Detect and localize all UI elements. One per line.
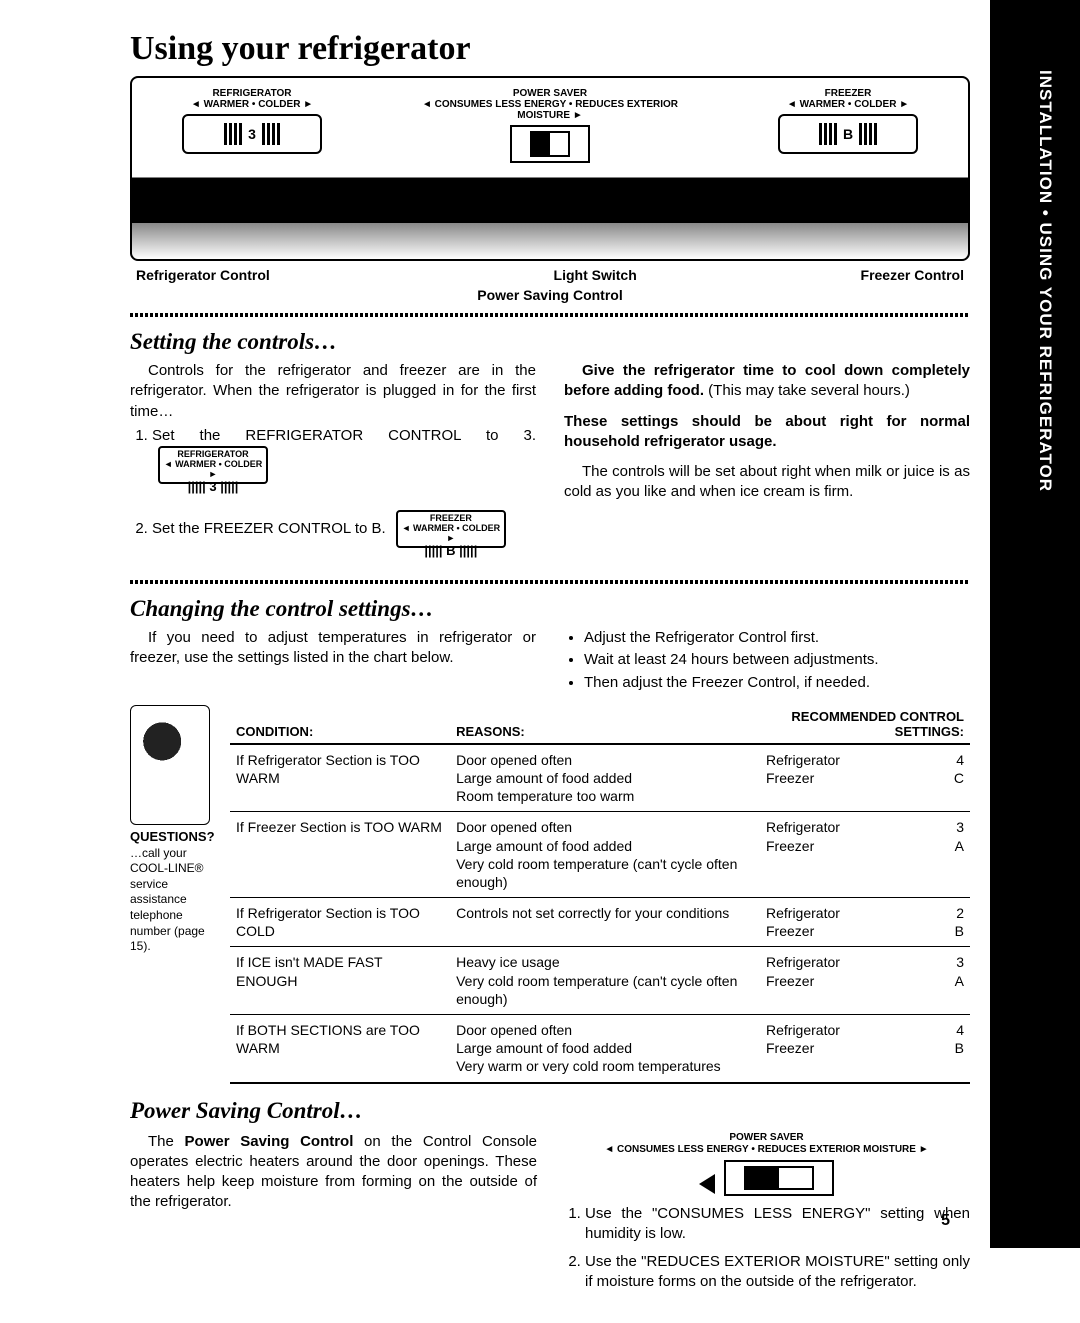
ps-diagram-header: POWER SAVER xyxy=(729,1132,803,1143)
ps-bold: Power Saving Control xyxy=(185,1133,354,1150)
callout-light-switch: Light Switch xyxy=(554,267,637,283)
cooldown-warning-rest: (This may take several hours.) xyxy=(704,382,910,399)
section-heading-power-saving: Power Saving Control… xyxy=(130,1098,970,1124)
callout-freezer-control: Freezer Control xyxy=(861,267,964,283)
cell-condition: If Refrigerator Section is TOO WARM xyxy=(230,744,450,812)
ps-step-2: Use the "REDUCES EXTERIOR MOISTURE" sett… xyxy=(585,1252,970,1293)
section-heading-setting-controls: Setting the controls… xyxy=(130,329,970,355)
cell-settings: Refrigerator2FreezerB xyxy=(760,898,970,947)
cell-reasons: Door opened oftenLarge amount of food ad… xyxy=(450,1015,760,1083)
console-refrig-header: REFRIGERATOR xyxy=(152,88,352,99)
table-row: If Refrigerator Section is TOO COLDContr… xyxy=(230,898,970,947)
mini-refrigerator-dial: REFRIGERATOR ◄ WARMER • COLDER ► ||||| 3… xyxy=(158,446,268,484)
console-freezer-header: FREEZER xyxy=(748,88,948,99)
questions-heading: QUESTIONS? xyxy=(130,829,220,846)
freezer-dial: B xyxy=(778,114,918,154)
setting-controls-left-col: Controls for the refrigerator and freeze… xyxy=(130,361,536,574)
cell-settings: Refrigerator3FreezerA xyxy=(760,947,970,1015)
console-refrig-sub: ◄ WARMER • COLDER ► xyxy=(152,99,352,110)
page-number: 5 xyxy=(941,1212,950,1230)
console-diagram: REFRIGERATOR ◄ WARMER • COLDER ► 3 POWER… xyxy=(130,76,970,261)
console-freezer-section: FREEZER ◄ WARMER • COLDER ► B xyxy=(748,88,948,167)
divider-rule xyxy=(130,313,970,317)
ps-switch-diagram xyxy=(724,1160,834,1196)
mini-refrig-header: REFRIGERATOR xyxy=(177,449,248,459)
freezer-dial-value: B xyxy=(843,126,853,142)
cell-settings: Refrigerator4FreezerB xyxy=(760,1015,970,1083)
troubleshooting-table: CONDITION: REASONS: RECOMMENDED CONTROL … xyxy=(230,705,970,1084)
ps-diagram-sub: ◄ CONSUMES LESS ENERGY • REDUCES EXTERIO… xyxy=(604,1144,928,1155)
page-title: Using your refrigerator xyxy=(130,30,970,68)
step-set-freezer: Set the FREEZER CONTROL to B. FREEZER ◄ … xyxy=(152,510,536,548)
power-saving-paragraph: The Power Saving Control on the Control … xyxy=(130,1132,537,1213)
milk-juice-note: The controls will be set about right whe… xyxy=(564,462,970,503)
power-saver-switch xyxy=(510,125,590,163)
cell-condition: If Freezer Section is TOO WARM xyxy=(230,812,450,898)
console-freezer-sub: ◄ WARMER • COLDER ► xyxy=(748,99,948,110)
setting-controls-intro: Controls for the refrigerator and freeze… xyxy=(130,361,536,422)
normal-usage-note: These settings should be about right for… xyxy=(564,412,970,453)
ps-step-1: Use the "CONSUMES LESS ENERGY" setting w… xyxy=(585,1204,970,1245)
cell-condition: If BOTH SECTIONS are TOO WARM xyxy=(230,1015,450,1083)
mini-freezer-sub: ◄ WARMER • COLDER ► xyxy=(402,523,501,543)
table-row: If Freezer Section is TOO WARMDoor opene… xyxy=(230,812,970,898)
cell-condition: If ICE isn't MADE FAST ENOUGH xyxy=(230,947,450,1015)
setting-controls-right-col: Give the refrigerator time to cool down … xyxy=(564,361,970,574)
cell-condition: If Refrigerator Section is TOO COLD xyxy=(230,898,450,947)
step-set-refrigerator: Set the REFRIGERATOR CONTROL to 3. REFRI… xyxy=(152,426,536,484)
refrigerator-dial: 3 xyxy=(182,114,322,154)
th-settings: RECOMMENDED CONTROL SETTINGS: xyxy=(760,705,970,744)
questions-text: …call your COOL-LINE® service assistance… xyxy=(130,846,220,955)
table-row: If BOTH SECTIONS are TOO WARMDoor opened… xyxy=(230,1015,970,1083)
mini-refrig-sub: ◄ WARMER • COLDER ► xyxy=(164,459,263,479)
mini-freezer-header: FREEZER xyxy=(430,513,472,523)
telephone-illustration xyxy=(130,705,210,825)
tip-adjust-refrig-first: Adjust the Refrigerator Control first. xyxy=(584,628,970,648)
left-arrow-icon xyxy=(699,1174,715,1194)
cell-settings: Refrigerator4FreezerC xyxy=(760,744,970,812)
diagram-callout-labels: Refrigerator Control Light Switch Freeze… xyxy=(130,267,970,287)
console-power-header: POWER SAVER xyxy=(400,88,700,99)
ps-diagram-label: POWER SAVER ◄ CONSUMES LESS ENERGY • RED… xyxy=(563,1132,970,1156)
th-condition: CONDITION: xyxy=(230,705,450,744)
changing-settings-intro: If you need to adjust temperatures in re… xyxy=(130,628,536,669)
mini-freezer-dial: FREEZER ◄ WARMER • COLDER ► ||||| B ||||… xyxy=(396,510,506,548)
refrigerator-dial-value: 3 xyxy=(248,126,256,142)
cell-settings: Refrigerator3FreezerA xyxy=(760,812,970,898)
cell-reasons: Door opened oftenLarge amount of food ad… xyxy=(450,744,760,812)
tip-adjust-freezer: Then adjust the Freezer Control, if need… xyxy=(584,673,970,693)
console-power-section: POWER SAVER ◄ CONSUMES LESS ENERGY • RED… xyxy=(400,88,700,167)
divider-rule xyxy=(130,580,970,584)
table-row: If Refrigerator Section is TOO WARMDoor … xyxy=(230,744,970,812)
console-refrigerator-section: REFRIGERATOR ◄ WARMER • COLDER ► 3 xyxy=(152,88,352,167)
cell-reasons: Heavy ice usageVery cold room temperatur… xyxy=(450,947,760,1015)
console-power-sub: ◄ CONSUMES LESS ENERGY • REDUCES EXTERIO… xyxy=(400,99,700,121)
step2-text: Set the FREEZER CONTROL to B. xyxy=(152,520,386,537)
ps-pre: The xyxy=(148,1133,185,1150)
section-heading-changing-settings: Changing the control settings… xyxy=(130,596,970,622)
th-reasons: REASONS: xyxy=(450,705,760,744)
questions-sidebar: QUESTIONS? …call your COOL-LINE® service… xyxy=(130,705,220,1084)
callout-refrigerator-control: Refrigerator Control xyxy=(136,267,270,283)
cell-reasons: Door opened oftenLarge amount of food ad… xyxy=(450,812,760,898)
table-row: If ICE isn't MADE FAST ENOUGHHeavy ice u… xyxy=(230,947,970,1015)
cell-reasons: Controls not set correctly for your cond… xyxy=(450,898,760,947)
tip-wait-24h: Wait at least 24 hours between adjustmen… xyxy=(584,650,970,670)
step1-text: Set the REFRIGERATOR CONTROL to 3. xyxy=(152,427,536,444)
callout-power-saving-control: Power Saving Control xyxy=(130,287,970,303)
